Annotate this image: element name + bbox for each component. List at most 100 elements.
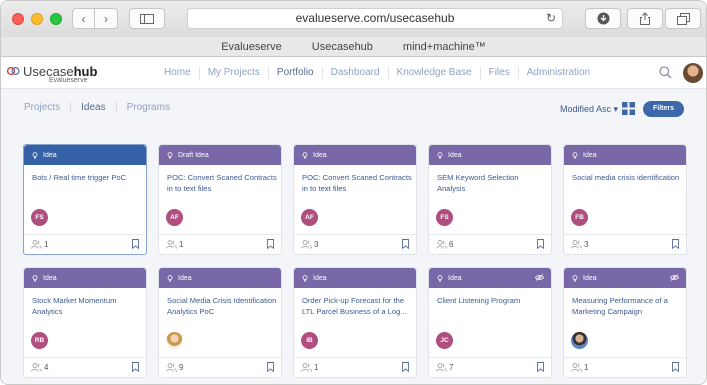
nav-portfolio[interactable]: Portfolio — [267, 67, 322, 79]
card-header: Idea — [294, 268, 416, 288]
minimize-window-button[interactable] — [31, 13, 43, 25]
nav-administration[interactable]: Administration — [517, 67, 598, 79]
reload-icon[interactable]: ↻ — [546, 9, 556, 28]
downloads-button[interactable] — [585, 8, 621, 29]
card-title[interactable]: POC: Convert Scaned Contracts in to text… — [302, 172, 412, 194]
card-title[interactable]: SEM Keyword Selection Analysis — [437, 172, 547, 194]
card-footer: 1 — [24, 234, 146, 254]
card-footer: 3 — [564, 234, 686, 254]
grid-view-icon[interactable] — [622, 102, 635, 115]
card-footer: 1 — [564, 357, 686, 377]
address-bar[interactable]: evalueserve.com/usecasehub ↻ — [187, 8, 563, 29]
tabs-icon — [676, 12, 690, 25]
app-header: Usecasehub Evalueserve Home My Projects … — [1, 58, 706, 89]
card-footer: 7 — [429, 357, 551, 377]
search-icon[interactable] — [659, 66, 672, 79]
bookmark-evalueserve[interactable]: Evalueserve — [221, 41, 282, 53]
card-title[interactable]: Social Media Crisis Identification Analy… — [167, 295, 277, 317]
bookmark-icon[interactable] — [267, 362, 274, 372]
users-icon — [436, 363, 447, 372]
logo-rings-icon — [7, 66, 20, 76]
forward-button[interactable]: › — [95, 8, 118, 29]
bookmark-icon[interactable] — [537, 239, 544, 249]
portfolio-content: Projects Ideas Programs Modified Asc ▾ F… — [1, 89, 706, 384]
hidden-eye-icon[interactable] — [535, 274, 544, 281]
card-header: Idea — [24, 268, 146, 288]
nav-home[interactable]: Home — [156, 67, 199, 79]
bookmark-icon[interactable] — [402, 362, 409, 372]
card-type: Idea — [178, 274, 192, 282]
owner-avatar — [166, 332, 183, 349]
member-count: 1 — [314, 363, 319, 372]
sort-dropdown[interactable]: Modified Asc ▾ — [560, 104, 618, 115]
hidden-eye-icon[interactable] — [670, 274, 679, 281]
chevron-right-icon: › — [104, 11, 108, 26]
nav-dashboard[interactable]: Dashboard — [321, 67, 388, 79]
card-title[interactable]: Social media crisis identification — [572, 172, 682, 183]
bookmark-icon[interactable] — [132, 362, 139, 372]
card-title[interactable]: Stock Market Momentum Analytics — [32, 295, 142, 317]
browser-titlebar: ‹ › evalueserve.com/usecasehub ↻ — [1, 1, 706, 37]
back-button[interactable]: ‹ — [72, 8, 95, 29]
card-header: Idea — [159, 268, 281, 288]
url-text: evalueserve.com/usecasehub — [295, 11, 455, 25]
idea-card[interactable]: Idea Client Listening Program JC 7 — [428, 267, 552, 378]
idea-card[interactable]: Idea Order Pick-up Forecast for the LTL … — [293, 267, 417, 378]
filters-button[interactable]: Filters — [643, 101, 684, 117]
bookmark-usecasehub[interactable]: Usecasehub — [312, 41, 373, 53]
member-count: 1 — [179, 240, 184, 249]
bookmark-icon[interactable] — [672, 239, 679, 249]
card-title[interactable]: Order Pick-up Forecast for the LTL Parce… — [302, 295, 412, 317]
idea-card[interactable]: Idea POC: Convert Scaned Contracts in to… — [293, 144, 417, 255]
bookmark-mind-machine[interactable]: mind+machine™ — [403, 41, 486, 53]
card-title[interactable]: Client Listening Program — [437, 295, 547, 306]
nav-knowledge-base[interactable]: Knowledge Base — [387, 67, 480, 79]
bookmark-icon[interactable] — [537, 362, 544, 372]
lightbulb-icon — [437, 151, 443, 159]
lightbulb-icon — [572, 151, 578, 159]
member-count: 1 — [44, 240, 49, 249]
card-title[interactable]: POC: Convert Scaned Contracts in to text… — [167, 172, 277, 194]
card-type: Idea — [43, 151, 57, 159]
card-title[interactable]: Measuring Performance of a Marketing Cam… — [572, 295, 682, 317]
card-type: Idea — [583, 151, 597, 159]
idea-card[interactable]: Idea SEM Keyword Selection Analysis FS 6 — [428, 144, 552, 255]
users-icon — [166, 240, 177, 249]
nav-files[interactable]: Files — [479, 67, 518, 79]
tabs-overview-button[interactable] — [665, 8, 701, 29]
bookmark-icon[interactable] — [267, 239, 274, 249]
owner-avatar: AF — [301, 209, 318, 226]
idea-card[interactable]: Idea Bots / Real time trigger PoC FS 1 — [23, 144, 147, 255]
idea-card[interactable]: Idea Measuring Performance of a Marketin… — [563, 267, 687, 378]
tab-projects[interactable]: Projects — [24, 102, 70, 113]
zoom-window-button[interactable] — [50, 13, 62, 25]
lightbulb-icon — [32, 274, 38, 282]
card-footer: 9 — [159, 357, 281, 377]
idea-card[interactable]: Idea Stock Market Momentum Analytics RB … — [23, 267, 147, 378]
share-button[interactable] — [627, 8, 663, 29]
users-icon — [301, 240, 312, 249]
idea-card[interactable]: Idea Social Media Crisis Identification … — [158, 267, 282, 378]
tab-ideas[interactable]: Ideas — [70, 102, 115, 113]
sidebar-toggle-button[interactable] — [129, 8, 165, 29]
card-header: Idea — [24, 145, 146, 165]
owner-avatar: FS — [436, 209, 453, 226]
users-icon — [571, 363, 582, 372]
member-count: 4 — [44, 363, 49, 372]
user-avatar[interactable] — [683, 63, 703, 83]
owner-avatar: FS — [31, 209, 48, 226]
lightbulb-icon — [32, 151, 38, 159]
share-icon — [640, 12, 650, 25]
tab-programs[interactable]: Programs — [115, 102, 180, 113]
main-nav: Home My Projects Portfolio Dashboard Kno… — [156, 58, 598, 88]
idea-card[interactable]: Idea Social media crisis identification … — [563, 144, 687, 255]
bookmark-icon[interactable] — [132, 239, 139, 249]
close-window-button[interactable] — [12, 13, 24, 25]
bookmark-icon[interactable] — [402, 239, 409, 249]
card-title[interactable]: Bots / Real time trigger PoC — [32, 172, 142, 183]
logo-subtitle: Evalueserve — [49, 77, 88, 84]
bookmark-icon[interactable] — [672, 362, 679, 372]
idea-card[interactable]: Draft Idea POC: Convert Scaned Contracts… — [158, 144, 282, 255]
nav-my-projects[interactable]: My Projects — [198, 67, 268, 79]
card-type: Draft Idea — [178, 151, 209, 159]
